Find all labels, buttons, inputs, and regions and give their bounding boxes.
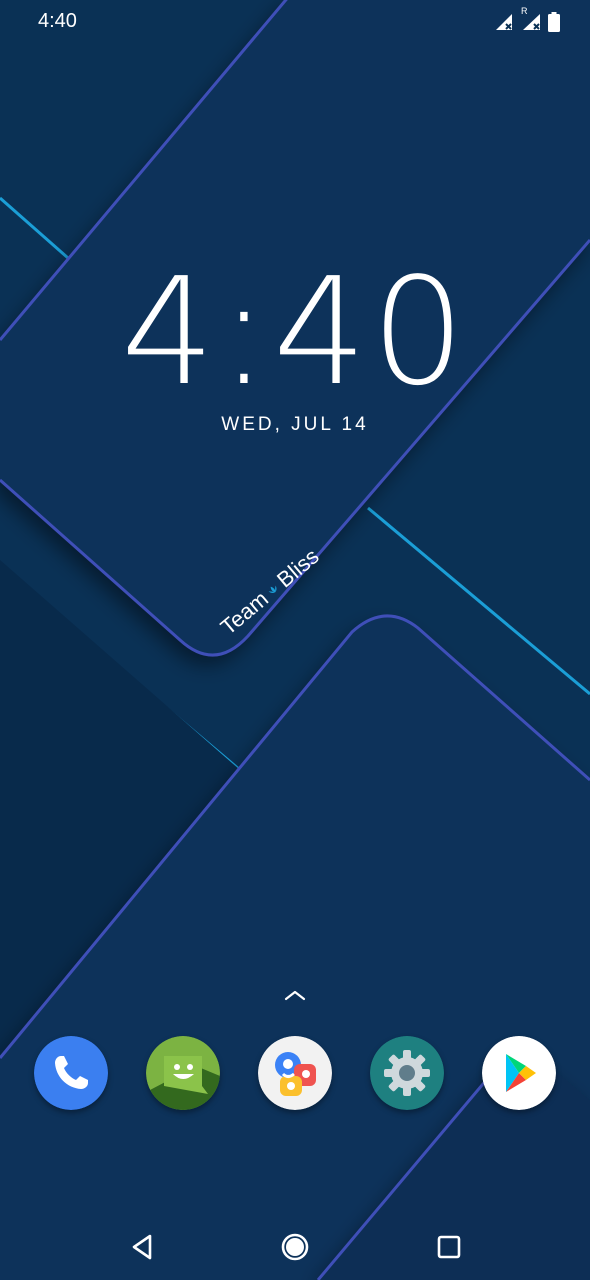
- dock-app-messaging[interactable]: [146, 1036, 220, 1110]
- lockscreen-clock: 4:40: [120, 246, 470, 418]
- lockscreen-date: WED, JUL 14: [221, 414, 369, 435]
- back-button-icon[interactable]: [128, 1232, 158, 1262]
- play-store-icon: [482, 1036, 556, 1110]
- status-time: 4:40: [38, 10, 77, 32]
- dock-app-settings[interactable]: [370, 1036, 444, 1110]
- signal-roaming-no-service-icon: R: [520, 6, 542, 32]
- app-drawer-chevron-icon[interactable]: [283, 988, 307, 1002]
- settings-icon: [370, 1036, 444, 1110]
- phone-icon: [34, 1036, 108, 1110]
- dock-app-play-store[interactable]: [482, 1036, 556, 1110]
- dock-app-contacts[interactable]: [258, 1036, 332, 1110]
- battery-icon: [548, 12, 560, 32]
- recents-button-icon[interactable]: [434, 1232, 464, 1262]
- navigation-bar: [0, 1210, 590, 1280]
- dock: [34, 1036, 556, 1112]
- messaging-icon: [146, 1036, 220, 1110]
- dock-app-phone[interactable]: [34, 1036, 108, 1110]
- contacts-icon: [258, 1036, 332, 1110]
- signal-no-service-icon: [496, 14, 512, 30]
- status-icons: R: [494, 6, 560, 34]
- home-button-icon[interactable]: [280, 1232, 310, 1262]
